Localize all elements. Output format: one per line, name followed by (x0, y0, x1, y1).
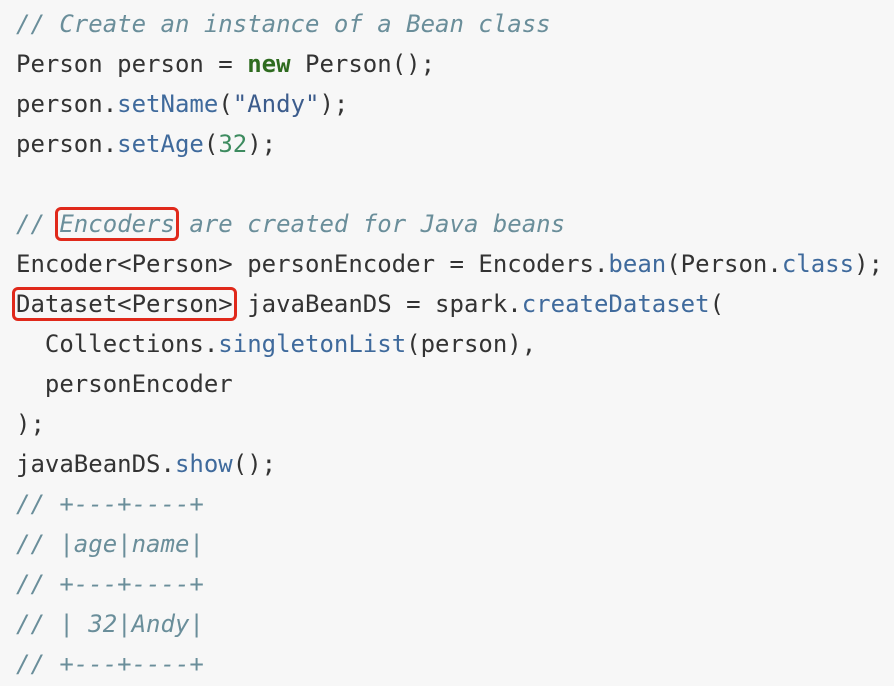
code-line-table-border-top: // +---+----+ (16, 484, 204, 524)
code-text: Collections. (16, 330, 219, 358)
code-string: "Andy" (232, 90, 320, 118)
code-line-setage: person.setAge(32); (16, 124, 276, 164)
code-method: show (174, 450, 233, 478)
code-line-close-paren: ); (16, 404, 45, 444)
code-method: setName (117, 90, 219, 118)
code-text: (); (232, 450, 277, 478)
code-method: bean (608, 250, 667, 278)
code-comment: // (16, 210, 60, 238)
code-method: singletonList (218, 330, 407, 358)
code-text: ); (247, 130, 277, 158)
highlight-box-encoders: Encoders (55, 207, 179, 241)
code-line-comment-encoders: // Encoders are created for Java beans (16, 204, 565, 244)
code-comment: // |age|name| (16, 530, 204, 558)
code-block: // Create an instance of a Bean class Pe… (0, 0, 894, 686)
code-text: Person person = (16, 50, 248, 78)
code-line-encoder-decl: Encoder<Person> personEncoder = Encoders… (16, 244, 883, 284)
code-text: (Person. (666, 250, 782, 278)
code-line-table-border-bottom: // +---+----+ (16, 644, 204, 684)
code-text: ); (319, 90, 349, 118)
code-text: javaBeanDS. (16, 450, 175, 478)
code-text: ( (218, 90, 233, 118)
code-line-table-row: // | 32|Andy| (16, 604, 204, 644)
code-line-personencoder-arg: personEncoder (16, 364, 233, 404)
code-text: javaBeanDS = spark. (232, 290, 522, 318)
code-method: setAge (117, 130, 204, 158)
code-line-show: javaBeanDS.show(); (16, 444, 276, 484)
code-comment: // Create an instance of a Bean class (16, 10, 551, 38)
code-text: person. (16, 90, 118, 118)
code-text: Person(); (290, 50, 436, 78)
code-line-singletonlist: Collections.singletonList(person), (16, 324, 536, 364)
code-line-comment-create: // Create an instance of a Bean class (16, 4, 551, 44)
code-comment: // +---+----+ (16, 570, 204, 598)
code-text: person. (16, 130, 118, 158)
code-line-dataset-decl: Dataset<Person> javaBeanDS = spark.creat… (12, 284, 725, 324)
highlight-box-dataset: Dataset<Person> (12, 287, 237, 321)
code-text: Encoder<Person> personEncoder = Encoders… (16, 250, 609, 278)
code-text: ( (709, 290, 725, 318)
code-keyword: new (247, 50, 291, 78)
code-method: createDataset (521, 290, 710, 318)
code-comment: // | 32|Andy| (16, 610, 204, 638)
code-line-table-header: // |age|name| (16, 524, 204, 564)
code-line-setname: person.setName("Andy"); (16, 84, 348, 124)
code-comment: // +---+----+ (16, 650, 204, 678)
code-text: (person), (406, 330, 537, 358)
code-number: 32 (218, 130, 248, 158)
code-line-person-new: Person person = new Person(); (16, 44, 435, 84)
code-text: personEncoder (16, 370, 233, 398)
code-text: ); (16, 410, 45, 438)
code-line-table-border-mid: // +---+----+ (16, 564, 204, 604)
code-comment: // +---+----+ (16, 490, 204, 518)
code-text: ); (854, 250, 883, 278)
code-comment: are created for Java beans (174, 210, 566, 238)
code-method: class (781, 250, 855, 278)
code-text: ( (203, 130, 219, 158)
